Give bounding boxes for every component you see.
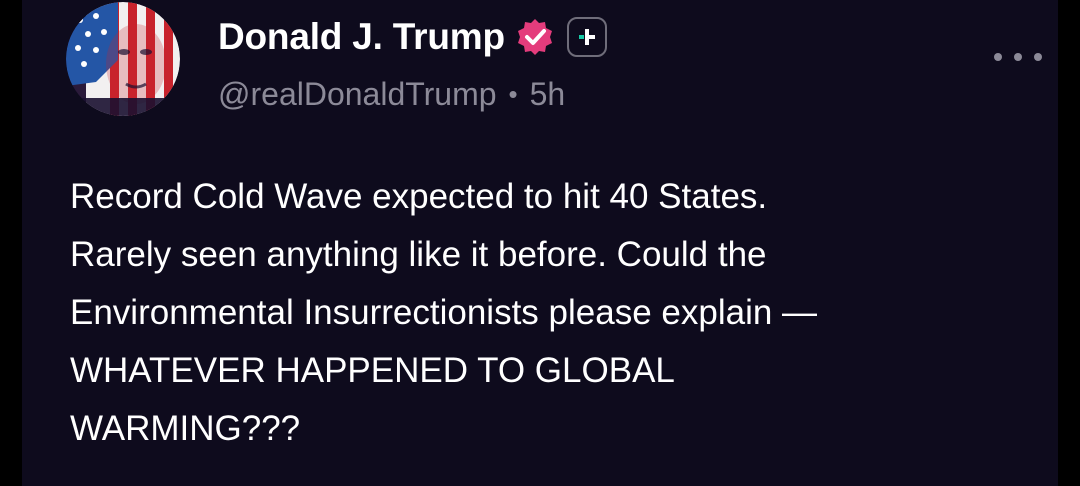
more-horizontal-icon-dot [1014, 53, 1022, 61]
post-body: Record Cold Wave expected to hit 40 Stat… [70, 168, 1050, 458]
post-timestamp[interactable]: 5h [530, 76, 566, 113]
post-body-line: Environmental Insurrectionists please ex… [70, 293, 818, 332]
flag-portrait-avatar-icon [66, 2, 180, 116]
author-display-name[interactable]: Donald J. Trump [218, 16, 505, 58]
plus-icon [578, 29, 595, 45]
post-body-line: WHATEVER HAPPENED TO GLOBAL [70, 351, 675, 390]
more-options-button[interactable] [990, 42, 1046, 72]
meta-separator: • [508, 78, 518, 109]
more-horizontal-icon-dot [994, 53, 1002, 61]
post-body-line: Rarely seen anything like it before. Cou… [70, 235, 767, 274]
post-card: Donald J. Trump @realDonaldTrump • 5h Re… [22, 0, 1058, 486]
more-horizontal-icon-dot [1034, 53, 1042, 61]
author-name-row: Donald J. Trump [218, 14, 607, 60]
author-handle[interactable]: @realDonaldTrump [218, 76, 497, 113]
post-body-line: Record Cold Wave expected to hit 40 Stat… [70, 177, 768, 216]
author-avatar[interactable] [66, 2, 180, 116]
follow-button[interactable] [566, 17, 607, 57]
author-meta-row: @realDonaldTrump • 5h [218, 72, 565, 116]
verified-badge-icon [515, 17, 555, 57]
post-body-line: WARMING??? [70, 409, 301, 448]
